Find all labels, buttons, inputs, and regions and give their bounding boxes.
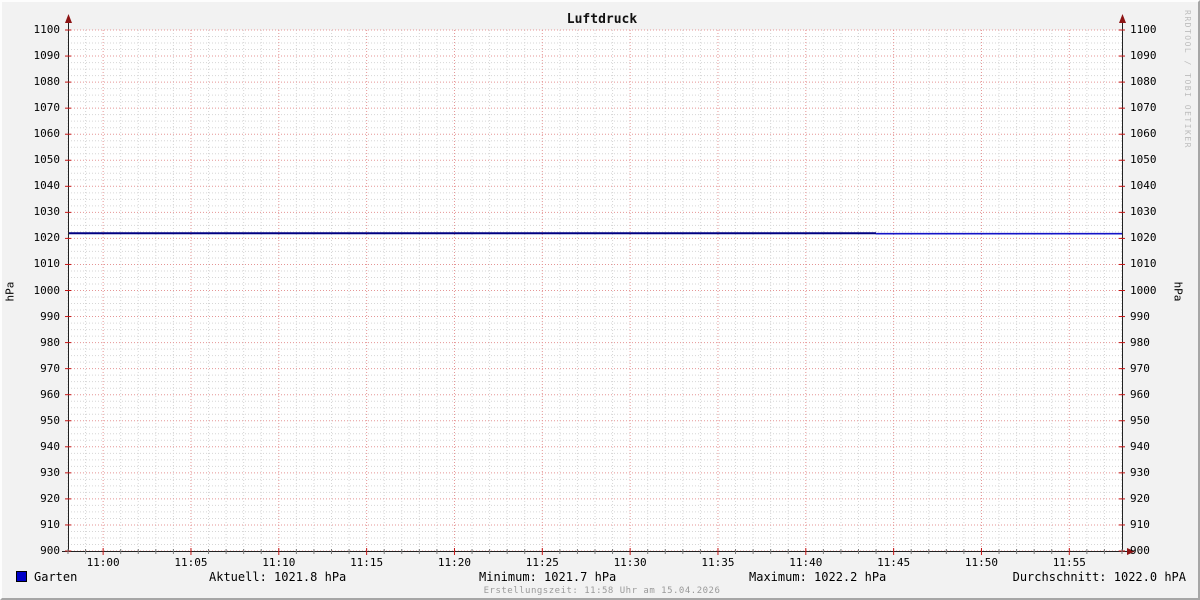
y-tick-label: 1030 <box>1130 205 1157 219</box>
y-tick-label: 1070 <box>1130 101 1157 115</box>
y-tick-label: 980 <box>40 335 60 349</box>
y-tick-label: 970 <box>40 361 60 375</box>
y-tick-label: 1090 <box>33 49 61 63</box>
chart-title: Luftdruck <box>566 12 638 27</box>
y-tick-label: 930 <box>1130 465 1150 479</box>
x-tick-label: 11:40 <box>789 556 823 569</box>
y-axis-unit-left: hPa <box>3 281 17 302</box>
stat-minimum: Minimum: 1021.7 hPa <box>479 570 617 584</box>
x-tick-label: 11:25 <box>525 556 559 569</box>
x-tick-label: 11:00 <box>86 556 120 569</box>
y-tick-label: 1060 <box>1130 127 1157 141</box>
series-label: Garten <box>34 570 78 584</box>
y-tick-label: 1080 <box>33 75 61 89</box>
x-tick-label: 11:45 <box>877 556 911 569</box>
series-color-swatch <box>16 571 27 582</box>
data-line <box>68 232 1122 235</box>
y-tick-label: 1080 <box>1130 75 1157 89</box>
x-tick-label: 11:05 <box>174 556 208 569</box>
y-tick-label: 1100 <box>1130 23 1157 36</box>
y-tick-label: 1020 <box>33 231 61 245</box>
x-tick-label: 11:35 <box>701 556 735 569</box>
y-tick-label: 1030 <box>33 205 61 219</box>
y-tick-label: 1070 <box>33 101 61 115</box>
x-tick-label: 11:30 <box>613 556 647 569</box>
y-tick-label: 1010 <box>1130 257 1157 271</box>
y-tick-label: 950 <box>40 413 60 427</box>
x-tick-label: 11:50 <box>964 556 999 569</box>
y-tick-label: 1060 <box>33 127 61 141</box>
y-tick-label: 960 <box>40 387 60 401</box>
y-tick-label: 1100 <box>33 23 61 36</box>
y-tick-label: 910 <box>40 517 60 531</box>
y-tick-label: 900 <box>1130 544 1150 557</box>
stat-maximum: Maximum: 1022.2 hPa <box>749 570 887 584</box>
y-tick-label: 1090 <box>1130 49 1157 63</box>
y-tick-label: 1050 <box>1130 153 1157 167</box>
y-tick-label: 930 <box>40 465 60 479</box>
y-tick-label: 940 <box>40 439 60 453</box>
y-tick-label: 1040 <box>1130 179 1157 193</box>
y-axis-unit-right: hPa <box>1171 281 1185 302</box>
x-tick-label: 11:10 <box>262 556 296 569</box>
rrdtool-watermark: RRDTOOL / TOBI OETIKER <box>1183 10 1192 149</box>
y-tick-label: 950 <box>1130 413 1150 427</box>
stat-durchschnitt: Durchschnitt: 1022.0 hPA <box>1012 570 1186 584</box>
y-tick-label: 900 <box>40 544 60 557</box>
y-tick-label: 940 <box>1130 439 1150 453</box>
y-tick-label: 1000 <box>33 283 61 297</box>
stat-aktuell: Aktuell: 1021.8 hPa <box>209 570 347 584</box>
creation-timestamp: Erstellungszeit: 11:58 Uhr am 15.04.2026 <box>483 586 721 596</box>
x-tick-label: 11:55 <box>1052 556 1086 569</box>
y-tick-label: 1010 <box>33 257 61 271</box>
y-tick-label: 1020 <box>1130 231 1157 245</box>
y-tick-label: 1050 <box>33 153 61 167</box>
x-tick-label: 11:15 <box>350 556 384 569</box>
y-tick-label: 1000 <box>1130 283 1157 297</box>
ticks-minor <box>67 549 1123 554</box>
y-tick-label: 960 <box>1130 387 1150 401</box>
y-tick-label: 970 <box>1130 361 1150 375</box>
y-tick-label: 980 <box>1130 335 1150 349</box>
legend-row: Garten Aktuell: 1021.8 hPa Minimum: 1021… <box>2 570 1198 586</box>
y-tick-label: 1040 <box>33 179 61 193</box>
y-tick-label: 910 <box>1130 517 1150 531</box>
y-tick-label: 990 <box>40 309 60 323</box>
rrdtool-graph: Luftdruck 900 910 920 930 940 950 960 970 980 990… <box>0 0 1200 600</box>
y-tick-label: 920 <box>40 491 60 505</box>
y-tick-label: 920 <box>1130 491 1150 505</box>
x-tick-label: 11:20 <box>437 556 472 569</box>
chart-plot-area <box>62 14 1135 555</box>
y-tick-label: 990 <box>1130 309 1150 323</box>
